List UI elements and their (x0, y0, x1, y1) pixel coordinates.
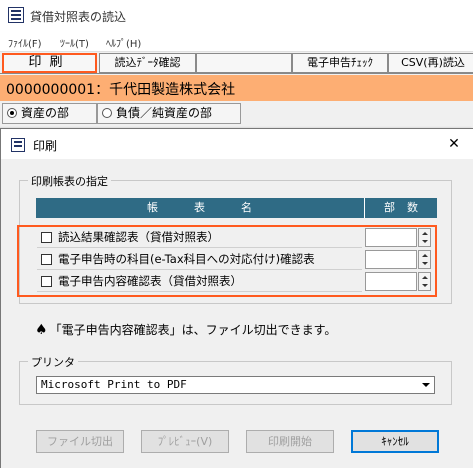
menu-help[interactable]: ﾍﾙﾌﾟ(H) (106, 35, 141, 50)
company-label: 0000000001：千代田製造株式会社 (6, 82, 236, 98)
csv-reload-button[interactable]: CSV(再)読込 (388, 53, 473, 73)
toolbar-empty-button[interactable] (196, 53, 292, 73)
printer-group: プリンタ Microsoft Print to PDF (19, 354, 452, 405)
report-table-header: 帳表名 部数 (36, 198, 437, 218)
report-name: 電子申告時の科目(e-Tax科目への対応付け)確認表 (58, 252, 315, 266)
report-name: 電子申告内容確認表（貸借対照表） (58, 274, 242, 288)
spade-icon: ♠ (35, 322, 48, 338)
file-export-button[interactable]: ファイル切出 (36, 430, 124, 453)
close-icon[interactable]: ✕ (443, 135, 465, 153)
report-row: 電子申告内容確認表（貸借対照表） (37, 271, 432, 292)
read-data-confirm-button[interactable]: 読込ﾃﾞｰﾀ確認 (99, 53, 196, 73)
chevron-down-icon[interactable] (418, 377, 434, 393)
report-row-label-cell[interactable]: 読込結果確認表（貸借対照表） (37, 227, 362, 248)
menu-file[interactable]: ﾌｧｲﾙ(F) (8, 35, 42, 50)
checkbox[interactable] (41, 276, 52, 287)
report-name: 読込結果確認表（貸借対照表） (58, 230, 219, 244)
copies-input[interactable] (365, 272, 417, 291)
company-bar: 0000000001：千代田製造株式会社 (0, 75, 473, 101)
preview-button[interactable]: ﾌﾟﾚﾋﾞｭｰ(V) (141, 430, 229, 453)
printer-legend: プリンタ (28, 354, 78, 370)
column-copies: 部数 (364, 198, 437, 218)
radio-unselected-icon (102, 108, 112, 118)
printer-select[interactable]: Microsoft Print to PDF (36, 376, 435, 394)
toolbar: 印刷 読込ﾃﾞｰﾀ確認 電子申告ﾁｪｯｸ CSV(再)読込 (0, 52, 473, 74)
cancel-button[interactable]: ｷｬﾝｾﾙ (351, 430, 439, 453)
radio-selected-icon (7, 108, 17, 118)
print-dialog: 印刷 ✕ 印刷帳表の指定 帳表名 部数 読込結果確認表（貸借対照表） 電子申告時… (0, 128, 473, 468)
column-report-name: 帳表名 (147, 201, 288, 214)
section-liabilities-label: 負債／純資産の部 (116, 106, 213, 120)
section-selector: 資産の部 負債／純資産の部 (0, 101, 473, 125)
file-export-note: ♠ 「電子申告内容確認表」は、ファイル切出できます。 (35, 321, 336, 338)
dialog-titlebar: 印刷 ✕ (1, 129, 473, 159)
report-selection-legend: 印刷帳表の指定 (28, 173, 111, 189)
report-row: 読込結果確認表（貸借対照表） (37, 227, 432, 248)
checkbox[interactable] (41, 232, 52, 243)
e-filing-check-button[interactable]: 電子申告ﾁｪｯｸ (292, 53, 388, 73)
copies-spinner[interactable] (418, 250, 431, 269)
section-liabilities-radio[interactable]: 負債／純資産の部 (97, 103, 241, 124)
menu-bar: ﾌｧｲﾙ(F) ﾂｰﾙ(T) ﾍﾙﾌﾟ(H) (0, 30, 473, 52)
app-title: 貸借対照表の読込 (30, 10, 127, 24)
copies-spinner[interactable] (418, 272, 431, 291)
dialog-title: 印刷 (33, 139, 58, 153)
print-start-button[interactable]: 印刷開始 (246, 430, 334, 453)
dialog-app-icon (11, 138, 25, 152)
app-titlebar: 貸借対照表の読込 (0, 0, 473, 30)
file-export-note-text: 「電子申告内容確認表」は、ファイル切出できます。 (49, 323, 337, 337)
report-row-label-cell[interactable]: 電子申告内容確認表（貸借対照表） (37, 271, 362, 292)
app-icon (8, 7, 24, 23)
copies-input[interactable] (365, 250, 417, 269)
copies-input[interactable] (365, 228, 417, 247)
printer-select-value: Microsoft Print to PDF (41, 378, 187, 391)
section-assets-label: 資産の部 (21, 106, 70, 120)
report-row-label-cell[interactable]: 電子申告時の科目(e-Tax科目への対応付け)確認表 (37, 249, 362, 270)
menu-tools[interactable]: ﾂｰﾙ(T) (60, 35, 89, 50)
section-assets-radio[interactable]: 資産の部 (2, 103, 97, 124)
copies-spinner[interactable] (418, 228, 431, 247)
print-button[interactable]: 印刷 (2, 53, 97, 73)
report-row: 電子申告時の科目(e-Tax科目への対応付け)確認表 (37, 249, 432, 270)
checkbox[interactable] (41, 254, 52, 265)
